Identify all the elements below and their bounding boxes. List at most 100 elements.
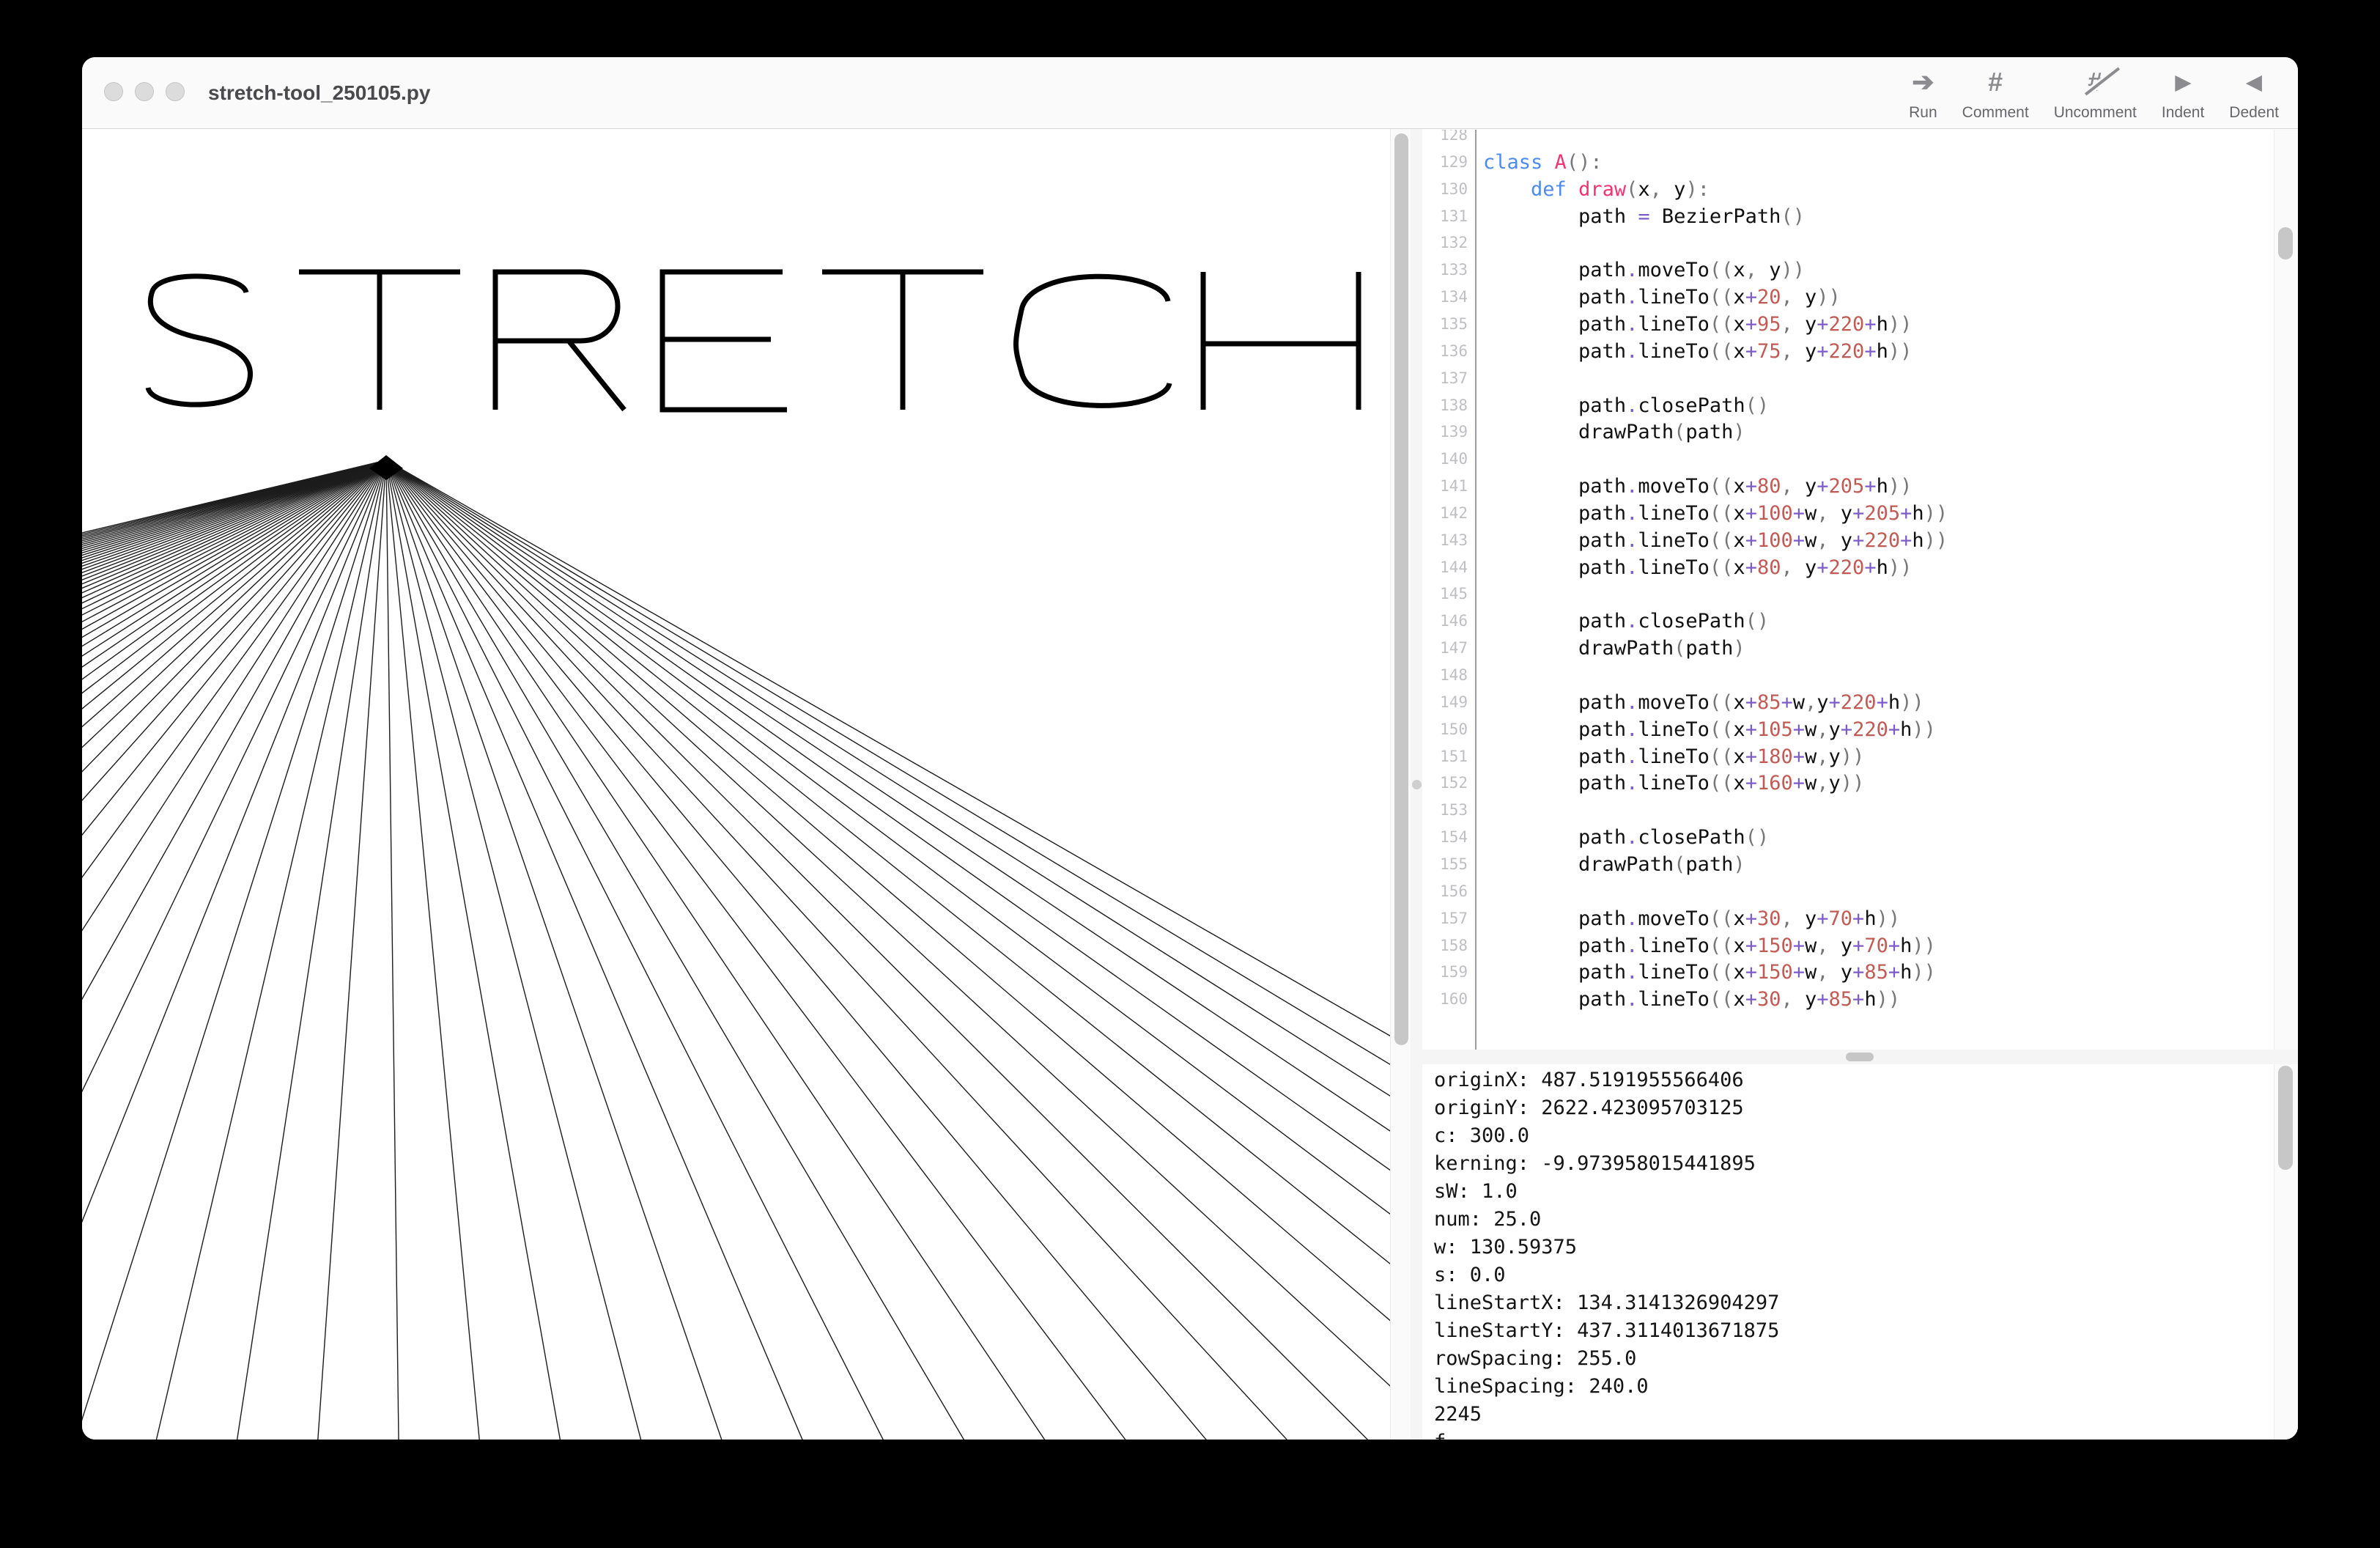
fan-line xyxy=(82,460,386,1440)
fan-line xyxy=(82,460,386,1440)
fan-line xyxy=(82,460,386,1440)
fan-line xyxy=(82,460,386,1440)
fan-line xyxy=(82,460,386,1440)
vertical-splitter[interactable] xyxy=(1411,129,1422,1440)
fan-line xyxy=(386,460,999,1440)
drawing-canvas xyxy=(82,130,1390,1440)
toolbar: ➔Run #Comment #Uncomment ▶Indent ◀Dedent xyxy=(1909,62,2279,128)
console-line: lineStartX: 134.3141326904297 xyxy=(1434,1289,1779,1317)
fan-line xyxy=(82,460,386,1440)
code-line: 150 path.lineTo((x+105+w,y+220+h)) xyxy=(1422,716,2275,743)
toolbar-dedent-label: Dedent xyxy=(2229,104,2279,122)
console-line: kerning: -9.973958015441895 xyxy=(1434,1150,1756,1178)
toolbar-uncomment-label: Uncomment xyxy=(2054,104,2137,122)
code-line: 131 path = BezierPath() xyxy=(1422,203,2275,230)
window-title: stretch-tool_250105.py xyxy=(208,57,430,129)
title-bar: stretch-tool_250105.py ➔Run #Comment #Unco… xyxy=(82,57,2298,129)
fan-line xyxy=(82,460,386,1440)
code-line: 132 xyxy=(1422,229,2275,257)
code-line: 154 path.closePath() xyxy=(1422,824,2275,851)
code-line-number: 150 xyxy=(1422,716,1468,743)
code-editor[interactable]: 128129class A():130 def draw(x, y):131 p… xyxy=(1422,130,2275,1050)
run-icon: ➔ xyxy=(1912,62,1934,103)
fan-line xyxy=(82,460,386,1440)
fan-line xyxy=(82,460,386,1440)
code-line: 137 xyxy=(1422,365,2275,392)
fan-line xyxy=(82,460,386,1440)
fan-line xyxy=(82,460,386,1440)
close-window-button[interactable] xyxy=(104,82,123,101)
fan-line xyxy=(82,460,386,1440)
code-line-number: 133 xyxy=(1422,257,1468,284)
toolbar-dedent-button[interactable]: ◀Dedent xyxy=(2229,62,2279,128)
code-line-number: 137 xyxy=(1422,365,1468,392)
code-line: 158 path.lineTo((x+150+w, y+70+h)) xyxy=(1422,932,2275,959)
fan-line xyxy=(386,460,501,1440)
canvas-scrollbar-thumb[interactable] xyxy=(1394,133,1408,1045)
toolbar-uncomment-button[interactable]: #Uncomment xyxy=(2054,62,2137,128)
code-line-number: 128 xyxy=(1422,130,1468,149)
fan-line xyxy=(386,460,1099,1440)
code-line: 147 drawPath(path) xyxy=(1422,635,2275,662)
fan-line xyxy=(82,460,386,1440)
console-line: num: 25.0 xyxy=(1434,1206,1541,1234)
fan-line xyxy=(82,460,386,1440)
fan-line xyxy=(82,460,386,1440)
code-line-number: 145 xyxy=(1422,580,1468,608)
fan-line xyxy=(82,460,386,1440)
fan-line xyxy=(82,460,386,1440)
code-line-number: 159 xyxy=(1422,959,1468,986)
horizontal-splitter[interactable] xyxy=(1422,1050,2298,1064)
console-scrollbar-thumb[interactable] xyxy=(2278,1066,2293,1170)
code-line: 153 xyxy=(1422,797,2275,824)
code-line-number: 135 xyxy=(1422,311,1468,338)
fan-line xyxy=(82,460,386,1440)
fan-line xyxy=(82,460,386,1440)
canvas-scrollbar-track[interactable] xyxy=(1390,129,1411,1440)
fan-line xyxy=(386,460,402,1440)
code-line: 142 path.lineTo((x+100+w, y+205+h)) xyxy=(1422,500,2275,527)
letter-C xyxy=(1016,276,1170,405)
code-line-number: 139 xyxy=(1422,419,1468,446)
fan-line xyxy=(82,460,386,1440)
code-line-number: 146 xyxy=(1422,608,1468,635)
fan-line xyxy=(82,460,386,1440)
toolbar-run-button[interactable]: ➔Run xyxy=(1909,62,1937,128)
letter-R xyxy=(495,272,624,410)
code-line: 148 xyxy=(1422,662,2275,689)
code-line-number: 140 xyxy=(1422,446,1468,473)
console-line: s: 0.0 xyxy=(1434,1261,1506,1289)
editor-scrollbar-thumb[interactable] xyxy=(2278,227,2293,259)
code-line-number: 156 xyxy=(1422,878,1468,905)
code-line: 155 drawPath(path) xyxy=(1422,851,2275,878)
horizontal-splitter-handle[interactable] xyxy=(1846,1053,1874,1061)
code-line: 143 path.lineTo((x+100+w, y+220+h)) xyxy=(1422,527,2275,554)
toolbar-indent-button[interactable]: ▶Indent xyxy=(2162,62,2204,128)
code-line: 159 path.lineTo((x+150+w, y+85+h)) xyxy=(1422,959,2275,986)
vertical-splitter-handle[interactable] xyxy=(1412,780,1422,789)
code-line: 156 xyxy=(1422,878,2275,905)
fan-line xyxy=(82,460,386,1440)
code-line-number: 143 xyxy=(1422,527,1468,554)
main-area: 128129class A():130 def draw(x, y):131 p… xyxy=(82,129,2298,1440)
fan-line xyxy=(82,460,386,1440)
code-line-number: 160 xyxy=(1422,986,1468,1013)
console-line: 2245 xyxy=(1434,1401,1482,1429)
minimize-window-button[interactable] xyxy=(135,82,154,101)
uncomment-icon: # xyxy=(2088,62,2102,103)
fan-line xyxy=(82,460,386,1440)
fan-line xyxy=(386,460,1390,1440)
toolbar-comment-button[interactable]: #Comment xyxy=(1962,62,2029,128)
editor-scrollbar-track[interactable] xyxy=(2274,130,2298,1050)
console-line: rowSpacing: 255.0 xyxy=(1434,1345,1636,1373)
zoom-window-button[interactable] xyxy=(166,82,185,101)
fan-line xyxy=(82,460,386,1440)
console-scrollbar-track[interactable] xyxy=(2274,1064,2298,1440)
console-line: c: 300.0 xyxy=(1434,1122,1529,1150)
console-line: sW: 1.0 xyxy=(1434,1178,1518,1206)
output-console[interactable]: originX: 487.5191955566406originY: 2622.… xyxy=(1422,1064,2298,1440)
stretch-wordmark xyxy=(148,272,1359,410)
fan-line xyxy=(82,460,386,1440)
toolbar-run-label: Run xyxy=(1909,104,1937,122)
code-line: 145 xyxy=(1422,580,2275,608)
